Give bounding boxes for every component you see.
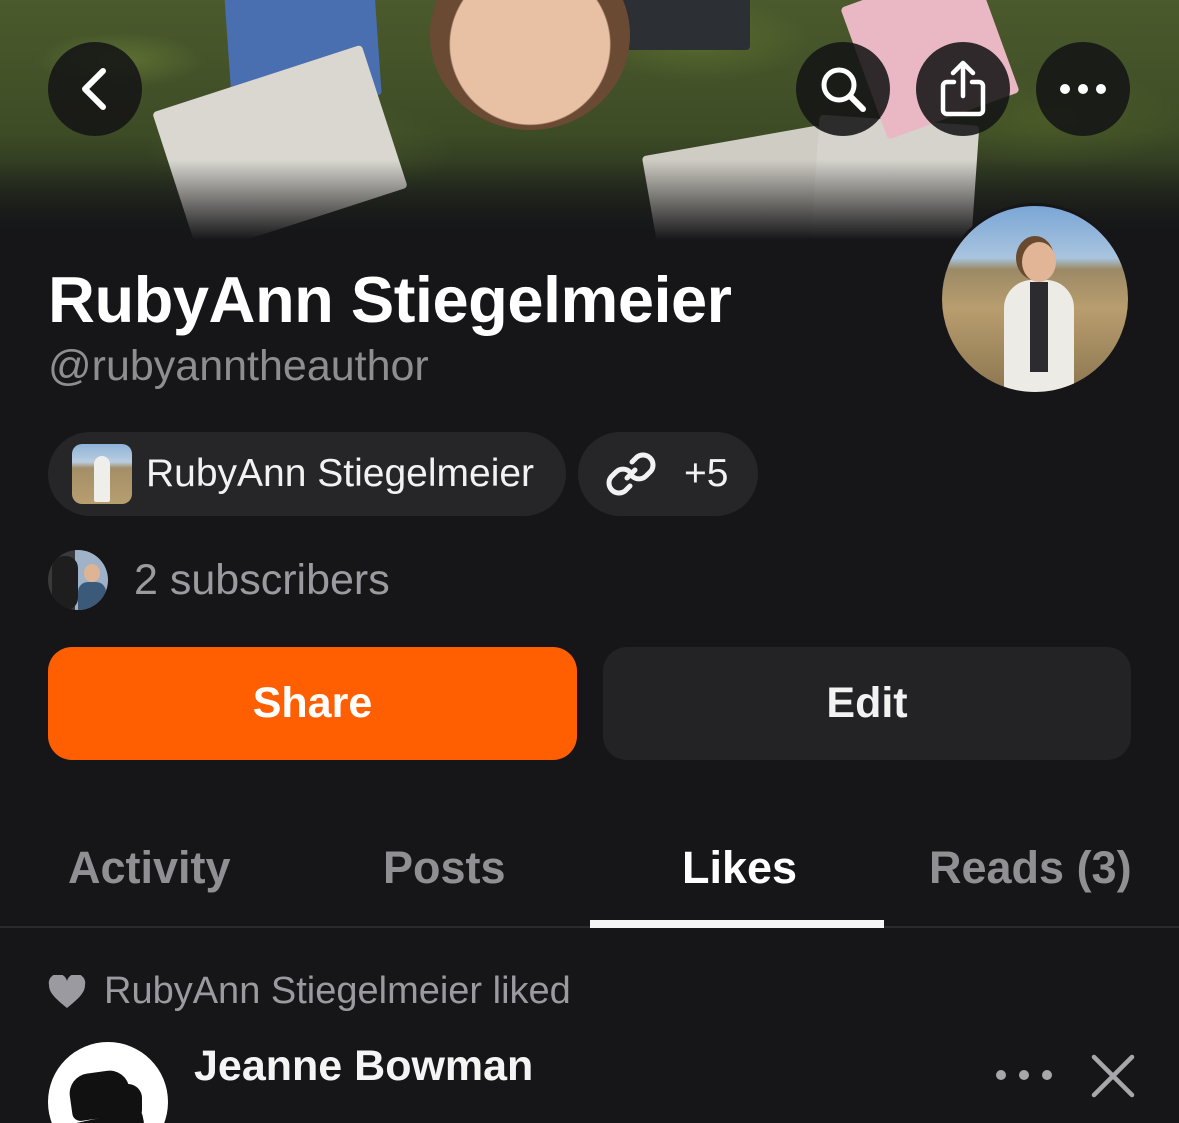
author-avatar[interactable] bbox=[48, 1042, 168, 1123]
post-author-name[interactable]: Jeanne Bowman bbox=[194, 1042, 533, 1091]
share-profile-button[interactable] bbox=[916, 42, 1010, 136]
avatar-figure bbox=[1004, 242, 1074, 392]
dot bbox=[1019, 1070, 1029, 1080]
profile-name: RubyAnn Stiegelmeier bbox=[48, 263, 732, 336]
links-count: +5 bbox=[684, 452, 729, 495]
dot bbox=[1042, 1070, 1052, 1080]
links-pill[interactable]: +5 bbox=[578, 432, 758, 516]
profile-handle: @rubyanntheauthor bbox=[48, 342, 429, 390]
dot bbox=[996, 1070, 1006, 1080]
tab-activity[interactable]: Activity bbox=[68, 842, 231, 894]
liked-context: RubyAnn Stiegelmeier liked bbox=[48, 970, 571, 1013]
publication-thumbnail bbox=[72, 444, 132, 504]
edit-button[interactable]: Edit bbox=[603, 647, 1131, 760]
close-icon[interactable] bbox=[1090, 1053, 1136, 1099]
heart-icon bbox=[48, 974, 86, 1008]
more-button[interactable] bbox=[1036, 42, 1130, 136]
profile-tabs: Activity Posts Likes Reads (3) bbox=[0, 820, 1179, 928]
back-button[interactable] bbox=[48, 42, 142, 136]
post-more-button[interactable] bbox=[996, 1060, 1052, 1090]
tab-reads[interactable]: Reads (3) bbox=[929, 842, 1132, 894]
publication-pill[interactable]: RubyAnn Stiegelmeier bbox=[48, 432, 566, 516]
subscriber-avatar bbox=[48, 550, 108, 610]
profile-avatar[interactable] bbox=[939, 203, 1131, 395]
share-upload-icon bbox=[940, 60, 986, 117]
more-horizontal-icon bbox=[1060, 84, 1106, 94]
publication-pill-label: RubyAnn Stiegelmeier bbox=[146, 452, 535, 495]
subscribers-row[interactable]: 2 subscribers bbox=[48, 550, 390, 610]
tab-likes[interactable]: Likes bbox=[682, 842, 797, 894]
link-icon bbox=[606, 452, 656, 496]
share-button[interactable]: Share bbox=[48, 647, 577, 760]
tab-posts[interactable]: Posts bbox=[383, 842, 506, 894]
search-button[interactable] bbox=[796, 42, 890, 136]
active-tab-indicator bbox=[590, 920, 884, 928]
chevron-left-icon bbox=[82, 68, 106, 110]
subscribers-count: 2 subscribers bbox=[134, 555, 390, 604]
search-icon bbox=[821, 67, 866, 112]
cover-photo bbox=[0, 0, 1179, 240]
liked-text: RubyAnn Stiegelmeier liked bbox=[104, 970, 571, 1012]
